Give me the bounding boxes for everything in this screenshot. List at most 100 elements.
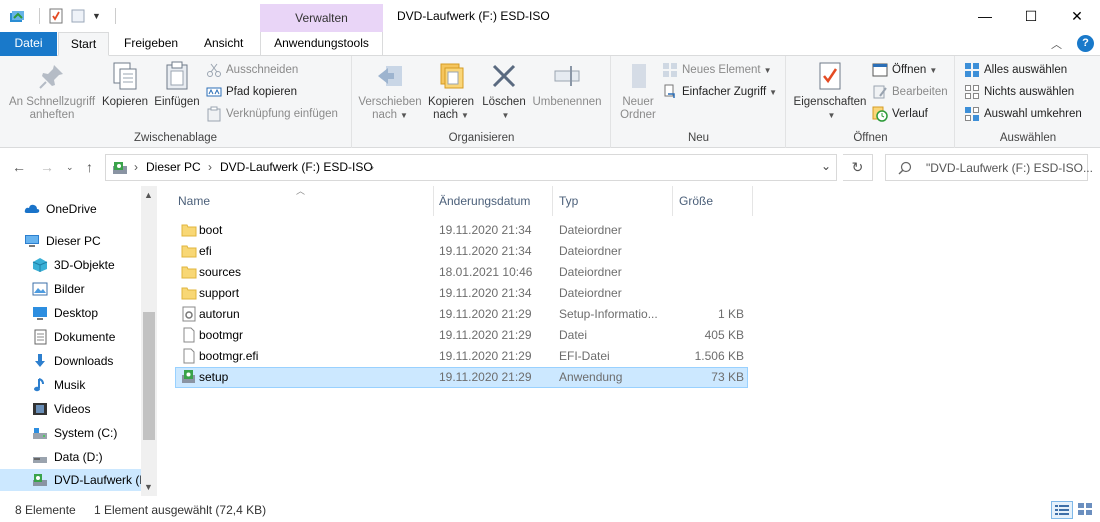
nav-item-label: Dieser PC [46, 234, 101, 248]
file-row-bootmgr-efi[interactable]: bootmgr.efi 19.11.2020 21:29 EFI-Datei 1… [175, 346, 748, 367]
nav-item-desktop[interactable]: Desktop [32, 302, 98, 324]
breadcrumb-dvd-drive[interactable]: DVD-Laufwerk (F:) ESD-ISO [220, 160, 373, 174]
nav-scroll-thumb[interactable] [143, 312, 155, 440]
column-header-type[interactable]: Typ [555, 186, 673, 216]
search-box[interactable]: "DVD-Laufwerk (F:) ESD-ISO... [885, 154, 1093, 181]
invert-selection-button[interactable]: Auswahl umkehren [964, 104, 1082, 124]
recent-locations-chevron-icon[interactable]: ⌄ [66, 162, 74, 173]
scroll-down-icon[interactable]: ▼ [144, 482, 153, 492]
new-folder-button[interactable]: Neuer Ordner [616, 60, 660, 122]
music-icon [34, 378, 44, 392]
file-row-sources[interactable]: sources 18.01.2021 10:46 Dateiordner [175, 262, 748, 283]
nav-item-label: Downloads [54, 354, 114, 368]
copy-button[interactable]: Kopieren [100, 60, 150, 109]
nav-item-3d-objects[interactable]: 3D-Objekte [32, 254, 115, 276]
minimize-button[interactable]: — [962, 0, 1008, 32]
search-icon [898, 161, 912, 175]
tab-file[interactable]: Datei [0, 32, 57, 56]
invert-selection-label: Auswahl umkehren [984, 108, 1082, 120]
file-date: 19.11.2020 21:29 [439, 370, 532, 384]
paste-shortcut-button[interactable]: Verknüpfung einfügen [206, 104, 338, 124]
file-row-support[interactable]: support 19.11.2020 21:34 Dateiordner [175, 283, 748, 304]
nav-item-documents[interactable]: Dokumente [32, 326, 115, 348]
easy-access-button[interactable]: Einfacher Zugriff ▼ [662, 82, 777, 102]
refresh-button[interactable]: ↻ [843, 154, 873, 181]
file-name: sources [199, 265, 242, 279]
new-item-button[interactable]: Neues Element ▼ [662, 60, 772, 80]
large-icons-view-button[interactable] [1075, 501, 1097, 519]
selection-info: 1 Element ausgewählt (72,4 KB) [94, 503, 267, 517]
select-none-button[interactable]: Nichts auswählen [964, 82, 1074, 102]
tab-start[interactable]: Start [58, 32, 109, 56]
details-view-button[interactable] [1051, 501, 1073, 519]
file-row-boot[interactable]: boot 19.11.2020 21:34 Dateiordner [175, 220, 748, 241]
select-all-button[interactable]: Alles auswählen [964, 60, 1067, 80]
breadcrumb-separator[interactable]: › [370, 160, 374, 174]
breadcrumb-this-pc[interactable]: Dieser PC [146, 160, 201, 174]
file-size: 1 KB [717, 307, 744, 321]
breadcrumb-separator[interactable]: › [134, 160, 138, 174]
nav-item-dvd-drive[interactable]: DVD-Laufwerk (F [32, 469, 147, 491]
back-arrow-icon[interactable]: ← [12, 159, 26, 175]
qat-dropdown-icon[interactable]: ▼ [92, 11, 101, 21]
nav-item-data-d[interactable]: Data (D:) [32, 446, 103, 468]
pictures-icon [32, 282, 48, 296]
file-date: 19.11.2020 21:29 [439, 307, 532, 321]
search-placeholder: "DVD-Laufwerk (F:) ESD-ISO... [926, 161, 1093, 175]
paste-button[interactable]: Einfügen [152, 60, 202, 109]
open-icon [872, 63, 888, 77]
nav-item-music[interactable]: Musik [32, 374, 85, 396]
ribbon-tab-bar: Datei Start Freigeben Ansicht Anwendungs… [0, 32, 1100, 56]
copy-path-button[interactable]: Pfad kopieren [206, 82, 297, 102]
nav-item-pictures[interactable]: Bilder [32, 278, 85, 300]
move-to-button[interactable]: Verschieben nach ▼ [357, 60, 423, 122]
file-date: 19.11.2020 21:34 [439, 223, 532, 237]
nav-scrollbar[interactable]: ▲ ▼ [141, 186, 157, 496]
forward-arrow-icon[interactable]: → [40, 159, 54, 175]
nav-item-downloads[interactable]: Downloads [32, 350, 113, 372]
pin-quick-access-button[interactable]: An Schnellzugriff anheften [6, 60, 98, 122]
file-row-efi[interactable]: efi 19.11.2020 21:34 Dateiordner [175, 241, 748, 262]
nav-item-this-pc[interactable]: Dieser PC [24, 230, 101, 252]
rename-button[interactable]: Umbenennen [529, 60, 605, 109]
documents-icon [34, 329, 47, 345]
nav-item-system-c[interactable]: System (C:) [32, 422, 117, 444]
file-row-setup[interactable]: setup 19.11.2020 21:29 Anwendung 73 KB [175, 367, 748, 388]
nav-item-onedrive[interactable]: OneDrive [24, 198, 97, 220]
properties-qat-icon[interactable] [48, 8, 64, 24]
edit-button[interactable]: Bearbeiten [872, 82, 948, 102]
column-header-name[interactable]: Name [174, 186, 434, 216]
tab-share[interactable]: Freigeben [114, 32, 188, 56]
file-row-bootmgr[interactable]: bootmgr 19.11.2020 21:29 Datei 405 KB [175, 325, 748, 346]
copy-to-button[interactable]: Kopieren nach ▼ [425, 60, 477, 122]
rename-icon [554, 66, 580, 86]
properties-button[interactable]: Eigenschaften ▼ [791, 60, 869, 122]
up-arrow-icon[interactable]: ↑ [86, 159, 93, 175]
paste-label: Einfügen [154, 96, 200, 108]
open-button[interactable]: Öffnen ▼ [872, 60, 937, 80]
column-header-date[interactable]: Änderungsdatum [435, 186, 553, 216]
nav-item-videos[interactable]: Videos [32, 398, 90, 420]
scroll-up-icon[interactable]: ▲ [144, 190, 153, 200]
breadcrumb-separator[interactable]: › [208, 160, 212, 174]
maximize-button[interactable]: ☐ [1008, 0, 1054, 32]
properties-icon [819, 62, 841, 90]
tab-view[interactable]: Ansicht [194, 32, 253, 56]
collapse-ribbon-icon[interactable]: ︿ [1051, 36, 1062, 52]
close-button[interactable]: ✕ [1054, 0, 1100, 32]
select-all-icon [965, 63, 979, 77]
cut-button[interactable]: Ausschneiden [206, 60, 298, 80]
help-button[interactable]: ? [1077, 35, 1094, 52]
refresh-icon: ↻ [851, 159, 864, 175]
address-dropdown-icon[interactable]: ⌄ [821, 159, 831, 173]
column-header-size[interactable]: Größe [675, 186, 753, 216]
file-row-autorun[interactable]: autorun 19.11.2020 21:29 Setup-Informati… [175, 304, 748, 325]
new-folder-qat-icon[interactable] [70, 8, 86, 24]
delete-button[interactable]: Löschen ▼ [481, 60, 527, 122]
history-button[interactable]: Verlauf [872, 104, 928, 124]
setup-drive-icon [113, 162, 127, 174]
nav-item-label: Data (D:) [54, 450, 103, 464]
tab-application-tools[interactable]: Anwendungstools [260, 32, 383, 56]
address-bar[interactable]: › Dieser PC › DVD-Laufwerk (F:) ESD-ISO … [105, 154, 837, 181]
nav-item-label: Dokumente [54, 330, 116, 344]
